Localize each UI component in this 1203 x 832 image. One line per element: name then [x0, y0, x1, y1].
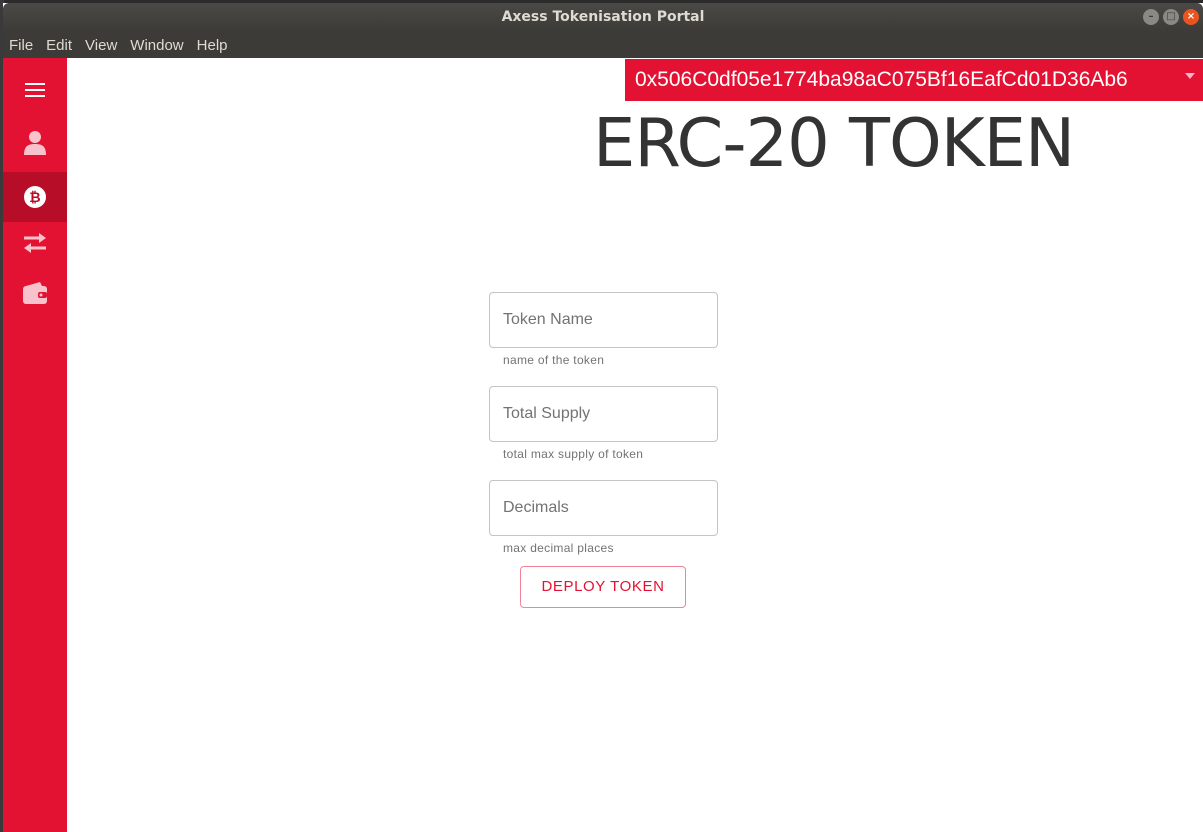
maximize-button[interactable]: □ [1163, 9, 1179, 25]
user-icon [24, 131, 46, 155]
decimals-field[interactable] [489, 480, 718, 536]
sidebar-item-wallet[interactable] [3, 268, 67, 318]
deploy-token-button[interactable]: DEPLOY TOKEN [520, 566, 686, 608]
sidebar-item-profile[interactable] [3, 118, 67, 168]
sidebar-item-menu[interactable] [3, 65, 67, 115]
total-supply-input[interactable] [503, 405, 703, 423]
total-supply-field[interactable] [489, 386, 718, 442]
close-button[interactable]: × [1183, 9, 1199, 25]
decimals-field-group: max decimal places [489, 480, 718, 555]
decimals-helper: max decimal places [503, 541, 614, 555]
account-select[interactable]: 0x506C0df05e1774ba98aC075Bf16EafCd01D36A… [625, 59, 1203, 101]
decimals-input[interactable] [503, 499, 703, 517]
app-window: Axess Tokenisation Portal – □ × File Edi… [3, 3, 1203, 832]
total-supply-helper: total max supply of token [503, 447, 644, 461]
window-controls: – □ × [1143, 9, 1199, 25]
sidebar-item-token[interactable]: ₿ [3, 172, 67, 222]
menu-window[interactable]: Window [124, 37, 190, 54]
main-content: 0x506C0df05e1774ba98aC075Bf16EafCd01D36A… [67, 58, 1203, 832]
sidebar: ₿ [3, 58, 67, 832]
minimize-button[interactable]: – [1143, 9, 1159, 25]
svg-text:₿: ₿ [29, 190, 40, 206]
account-address: 0x506C0df05e1774ba98aC075Bf16EafCd01D36A… [635, 68, 1128, 91]
token-name-field-group: name of the token [489, 292, 718, 367]
token-name-field[interactable] [489, 292, 718, 348]
total-supply-field-group: total max supply of token [489, 386, 718, 461]
window-titlebar: Axess Tokenisation Portal – □ × [3, 3, 1203, 32]
menu-edit[interactable]: Edit [40, 37, 79, 54]
bitcoin-icon: ₿ [24, 186, 46, 208]
wallet-icon [23, 282, 47, 304]
chevron-down-icon [1185, 73, 1195, 79]
window-title: Axess Tokenisation Portal [501, 9, 705, 25]
sidebar-item-transfer[interactable] [3, 218, 67, 268]
token-name-input[interactable] [503, 311, 703, 329]
transfer-arrows-icon [24, 233, 46, 253]
menu-view[interactable]: View [79, 37, 124, 54]
page-title: ERC-20 TOKEN [593, 104, 1075, 182]
menu-help[interactable]: Help [191, 37, 235, 54]
menubar: File Edit View Window Help [3, 32, 1203, 58]
hamburger-menu-icon [25, 83, 45, 97]
menu-file[interactable]: File [3, 37, 40, 54]
token-name-helper: name of the token [503, 353, 605, 367]
